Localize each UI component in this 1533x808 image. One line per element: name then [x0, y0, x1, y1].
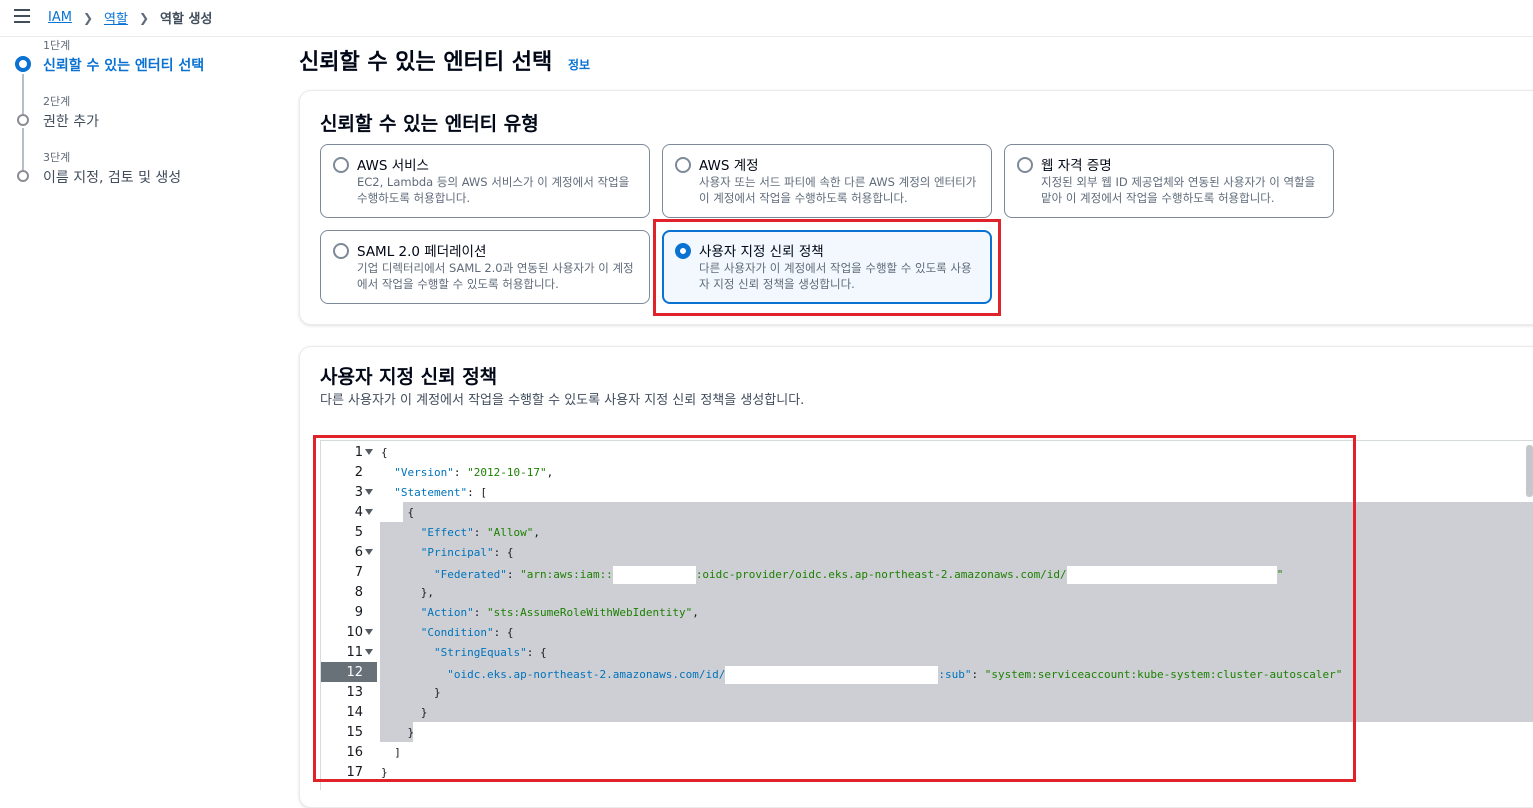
line-number: 6: [354, 545, 363, 560]
code-line: 2 "Version": "2012-10-17",: [321, 462, 1533, 482]
code-line: 3 "Statement": [: [321, 482, 1533, 502]
tile-custom-trust-policy[interactable]: 사용자 지정 신뢰 정책 다른 사용자가 이 계정에서 작업을 수행할 수 있도…: [662, 230, 992, 304]
step-1-title[interactable]: 신뢰할 수 있는 엔터티 선택: [43, 55, 204, 75]
step-3-number: 3단계: [43, 151, 71, 164]
tile-description: 다른 사용자가 이 계정에서 작업을 수행할 수 있도록 사용자 지정 신뢰 정…: [699, 261, 972, 291]
line-number: 13: [346, 685, 363, 700]
tile-aws-service[interactable]: AWS 서비스 EC2, Lambda 등의 AWS 서비스가 이 계정에서 작…: [320, 144, 650, 218]
line-number: 14: [346, 705, 363, 720]
line-number: 12: [346, 665, 363, 680]
fold-arrow-icon[interactable]: [365, 489, 373, 495]
step-connector: [22, 128, 24, 170]
breadcrumb-iam[interactable]: IAM: [48, 10, 72, 25]
line-number: 3: [354, 485, 363, 500]
code-line: 1 {: [321, 442, 1533, 462]
tile-aws-account[interactable]: AWS 계정 사용자 또는 서드 파티에 속한 다른 AWS 계정의 엔터티가 …: [662, 144, 992, 218]
line-number: 11: [346, 645, 363, 660]
fold-arrow-icon[interactable]: [365, 509, 373, 515]
editor-scrollbar[interactable]: [1526, 445, 1533, 497]
step-2-icon: [17, 114, 29, 126]
line-number: 9: [354, 605, 363, 620]
step-2-title: 권한 추가: [43, 114, 99, 130]
radio-button[interactable]: [333, 243, 349, 259]
fold-arrow-icon[interactable]: [365, 629, 373, 635]
policy-code-editor[interactable]: 1 { 2 "Version": "2012-10-17", 3 "Statem…: [320, 440, 1533, 790]
step-connector: [22, 74, 24, 114]
code-line: 12 "oidc.eks.ap-northeast-2.amazonaws.co…: [321, 662, 1533, 684]
code-line: 9 "Action": "sts:AssumeRoleWithWebIdenti…: [321, 602, 1533, 622]
custom-policy-heading: 사용자 지정 신뢰 정책: [320, 366, 498, 388]
code-line: 17 }: [321, 762, 1533, 782]
step-3-icon: [17, 170, 29, 182]
code-line: 15 }: [321, 722, 1533, 742]
tile-description: 지정된 외부 웹 ID 제공업체와 연동된 사용자가 이 역할을 맡아 이 계정…: [1041, 175, 1316, 205]
line-number: 17: [346, 765, 363, 780]
line-number: 10: [346, 625, 363, 640]
tile-web-identity[interactable]: 웹 자격 증명 지정된 외부 웹 ID 제공업체와 연동된 사용자가 이 역할을…: [1004, 144, 1334, 218]
breadcrumb-roles[interactable]: 역할: [104, 8, 128, 27]
fold-arrow-icon[interactable]: [365, 549, 373, 555]
line-number: 7: [354, 565, 363, 580]
info-link[interactable]: 정보: [568, 56, 590, 73]
tile-description: 기업 디렉터리에서 SAML 2.0과 연동된 사용자가 이 계정에서 작업을 …: [357, 261, 634, 291]
step-2-number: 2단계: [43, 95, 71, 108]
fold-arrow-icon[interactable]: [365, 449, 373, 455]
custom-policy-description: 다른 사용자가 이 계정에서 작업을 수행할 수 있도록 사용자 지정 신뢰 정…: [320, 393, 805, 408]
code-line: 10 "Condition": {: [321, 622, 1533, 642]
line-number: 2: [354, 465, 363, 480]
tile-description: 사용자 또는 서드 파티에 속한 다른 AWS 계정의 엔터티가 이 계정에서 …: [699, 175, 977, 205]
line-number: 4: [354, 505, 363, 520]
radio-button[interactable]: [675, 157, 691, 173]
step-1-active-icon: [15, 56, 31, 72]
step-1-number: 1단계: [43, 39, 71, 52]
fold-arrow-icon[interactable]: [365, 649, 373, 655]
code-line: 11 "StringEquals": {: [321, 642, 1533, 662]
page-title: 신뢰할 수 있는 엔터티 선택: [299, 50, 553, 75]
tile-description: EC2, Lambda 등의 AWS 서비스가 이 계정에서 작업을 수행하도록…: [357, 175, 630, 205]
breadcrumb: IAM ❯ 역할 ❯ 역할 생성: [48, 8, 212, 27]
tile-title: AWS 서비스: [357, 158, 429, 174]
chevron-right-icon: ❯: [138, 10, 149, 25]
code-line: 8 },: [321, 582, 1533, 602]
radio-button[interactable]: [333, 157, 349, 173]
line-number: 1: [354, 445, 363, 460]
menu-icon[interactable]: [14, 9, 30, 23]
tile-title: 웹 자격 증명: [1041, 158, 1112, 174]
tile-saml-federation[interactable]: SAML 2.0 페더레이션 기업 디렉터리에서 SAML 2.0과 연동된 사…: [320, 230, 650, 304]
line-number: 16: [346, 745, 363, 760]
code-line: 14 }: [321, 702, 1533, 722]
chevron-right-icon: ❯: [82, 10, 94, 25]
code-line: 4 {: [321, 502, 1533, 522]
line-number: 15: [346, 725, 363, 740]
tile-title: SAML 2.0 페더레이션: [357, 244, 487, 260]
line-number: 8: [354, 585, 363, 600]
step-3-title: 이름 지정, 검토 및 생성: [43, 170, 182, 186]
code-line: 5 "Effect": "Allow",: [321, 522, 1533, 542]
code-line: 6 "Principal": {: [321, 542, 1533, 562]
code-line: 16 ]: [321, 742, 1533, 762]
tile-title: AWS 계정: [699, 158, 759, 174]
breadcrumb-current: 역할 생성: [160, 12, 213, 27]
radio-button-selected[interactable]: [675, 243, 691, 259]
tile-title: 사용자 지정 신뢰 정책: [699, 244, 824, 260]
code-line: 13 }: [321, 682, 1533, 702]
radio-button[interactable]: [1017, 157, 1033, 173]
line-number: 5: [354, 525, 363, 540]
code-line: 7 "Federated": "arn:aws:iam:::oidc-provi…: [321, 562, 1533, 584]
entity-type-heading: 신뢰할 수 있는 엔터티 유형: [320, 113, 539, 135]
top-bar: IAM ❯ 역할 ❯ 역할 생성: [0, 0, 1533, 37]
